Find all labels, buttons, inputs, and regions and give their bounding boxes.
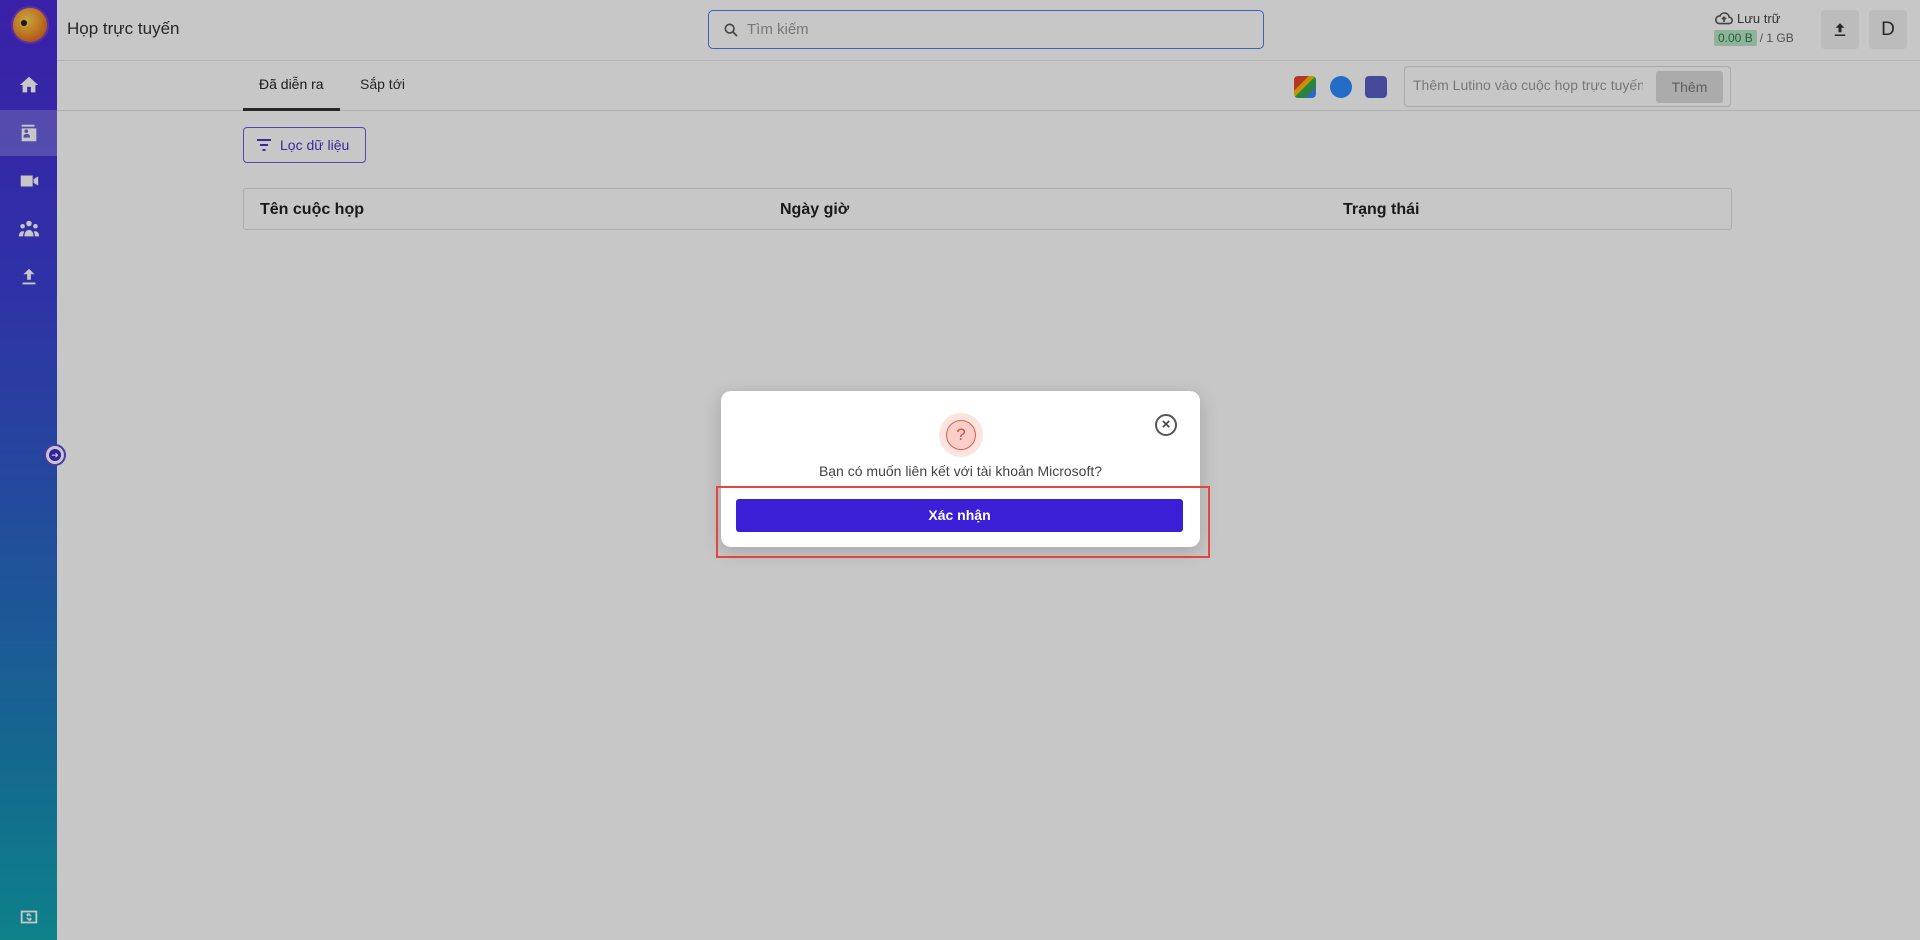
question-icon: ? [946,420,976,450]
question-icon-wrapper: ? [939,413,983,457]
dialog-message: Bạn có muốn liên kết với tài khoản Micro… [818,463,1103,479]
highlight-box [716,486,1210,558]
close-icon[interactable]: × [1155,414,1177,436]
